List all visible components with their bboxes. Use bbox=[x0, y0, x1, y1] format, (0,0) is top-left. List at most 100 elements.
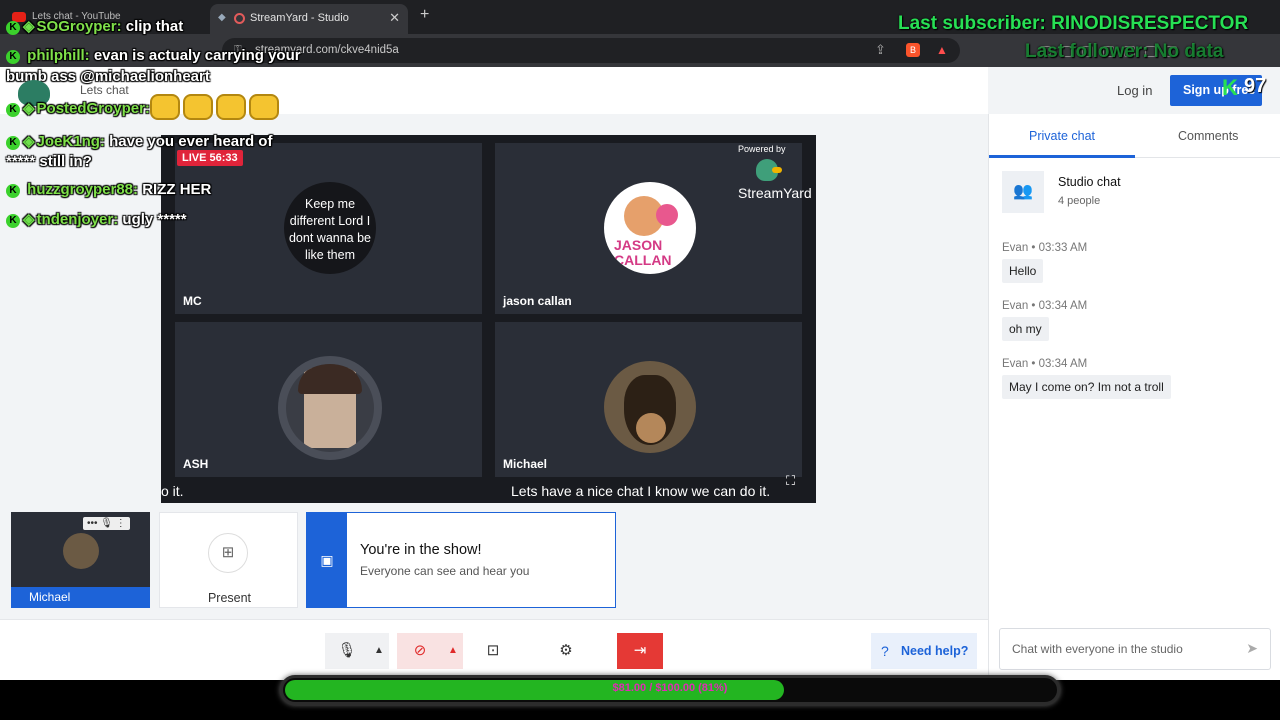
fullscreen-icon[interactable]: ⛶ bbox=[786, 473, 795, 489]
kick-badge-icon: K bbox=[6, 103, 20, 117]
overlay-message: clip that bbox=[125, 18, 184, 35]
brave-rewards-icon[interactable]: ▲ bbox=[936, 43, 948, 57]
streamyard-duck-icon bbox=[756, 159, 782, 181]
overlay-message: RIZZ HER bbox=[142, 181, 212, 198]
chat-message: Evan • 03:33 AM Hello bbox=[1002, 242, 1272, 283]
kick-badge-icon: K bbox=[6, 184, 20, 198]
ticker-left: o it. bbox=[161, 483, 184, 499]
camera-options-chevron-icon[interactable]: ▲ bbox=[443, 633, 463, 669]
overlay-username: PostedGroyper: bbox=[36, 100, 150, 117]
overlay-chat-line: K philphill: evan is actualy carrying yo… bbox=[6, 47, 301, 64]
participant-tile: Michael bbox=[495, 322, 802, 477]
overlay-chat-line: K ◈ JoeK1ng: have you ever heard of bbox=[6, 132, 272, 150]
streamyard-page: Lets chat Log in Sign up free Keep me di… bbox=[0, 67, 1280, 680]
kick-logo-icon: K bbox=[1222, 75, 1238, 100]
tab-private-chat[interactable]: Private chat bbox=[1029, 129, 1095, 143]
streamyard-logo: StreamYard bbox=[738, 159, 812, 203]
brave-shield-icon[interactable]: B bbox=[906, 43, 920, 57]
control-bar: 🎙 ▲ ⊘ ▲ ⊡ ⚙ ⇥ ? Need help? bbox=[0, 619, 988, 680]
mic-button[interactable]: 🎙 bbox=[325, 633, 369, 669]
chat-panel: Private chat Comments 👥 Studio chat 4 pe… bbox=[988, 114, 1280, 680]
overlay-chat-line: K ◈ PostedGroyper: bbox=[6, 99, 150, 117]
studio-chat-title: Studio chat bbox=[1058, 175, 1121, 189]
studio-chat-header: 👥 Studio chat 4 people bbox=[1002, 171, 1272, 215]
need-help-label: Need help? bbox=[901, 644, 969, 658]
diamond-badge-icon: ◈ bbox=[23, 100, 35, 117]
overlay-chat-line: K huzzgroyper88: RIZZ HER bbox=[6, 181, 211, 198]
powered-by-label: Powered by bbox=[738, 144, 786, 154]
overlay-message: have you ever heard of bbox=[109, 133, 273, 150]
login-link[interactable]: Log in bbox=[1117, 83, 1152, 98]
contact-card-icon: ▣ bbox=[307, 513, 347, 607]
live-badge: LIVE 56:33 bbox=[177, 150, 243, 166]
present-button[interactable]: ⊞ Present bbox=[159, 512, 298, 608]
kick-badge-icon: K bbox=[6, 136, 20, 150]
overlay-chat-line: ***** still in? bbox=[6, 153, 92, 170]
active-tab-indicator bbox=[989, 155, 1135, 158]
overlay-message: evan is actualy carrying your bbox=[93, 47, 301, 64]
chat-meta: Evan • 03:33 AM bbox=[1002, 242, 1088, 254]
overlay-chat-line: K ◈ tndenjoyer: ugly ***** bbox=[6, 210, 187, 228]
kick-badge-icon: K bbox=[6, 21, 20, 35]
tab-comments[interactable]: Comments bbox=[1178, 129, 1238, 143]
url-bar[interactable]: ⚿ streamyard.com/ckve4nid5a ⇪ B ▲ bbox=[222, 38, 960, 63]
dog-muzzle bbox=[636, 413, 666, 443]
settings-gear-icon[interactable]: ⚙ bbox=[545, 633, 587, 669]
avatar-text: JASON CALLAN bbox=[614, 237, 672, 268]
share-screen-button[interactable]: ⊡ bbox=[472, 633, 514, 669]
chat-message: Evan • 03:34 AM oh my bbox=[1002, 300, 1272, 341]
in-show-card: ▣ You're in the show! Everyone can see a… bbox=[306, 512, 616, 608]
participant-name: Michael bbox=[503, 457, 548, 471]
participant-tile: ASH bbox=[175, 322, 482, 477]
chat-meta: Evan • 03:34 AM bbox=[1002, 300, 1088, 312]
participant-avatar: JASON CALLAN bbox=[604, 182, 696, 274]
streamyard-favicon-icon: ◆ bbox=[218, 12, 226, 23]
laughing-emote-icon bbox=[150, 94, 180, 120]
ticker-main: Lets have a nice chat I know we can do i… bbox=[511, 483, 771, 499]
chat-bubble: May I come on? Im not a troll bbox=[1002, 375, 1171, 399]
participant-name: MC bbox=[183, 294, 202, 308]
chat-input-placeholder: Chat with everyone in the studio bbox=[1012, 642, 1183, 656]
new-tab-button[interactable]: + bbox=[420, 6, 429, 24]
in-show-title: You're in the show! bbox=[360, 542, 482, 558]
mic-options-chevron-icon[interactable]: ▲ bbox=[369, 633, 389, 669]
tab-streamyard[interactable]: ◆ StreamYard - Studio ✕ bbox=[210, 4, 408, 34]
screen-share-icon: ⊞ bbox=[208, 533, 248, 573]
chat-bubble: oh my bbox=[1002, 317, 1049, 341]
emote-row bbox=[150, 94, 282, 125]
leave-studio-button[interactable]: ⇥ bbox=[617, 633, 663, 669]
diamond-badge-icon: ◈ bbox=[23, 133, 35, 150]
close-tab-icon[interactable]: ✕ bbox=[389, 10, 400, 26]
need-help-button[interactable]: ? Need help? bbox=[871, 633, 977, 669]
diamond-badge-icon: ◈ bbox=[23, 18, 35, 35]
camera-off-button[interactable]: ⊘ bbox=[397, 633, 443, 669]
present-label: Present bbox=[207, 591, 252, 605]
overlay-chat-line: K ◈ SOGroyper: clip that bbox=[6, 17, 183, 35]
laughing-emote-icon bbox=[249, 94, 279, 120]
self-preview-tile[interactable]: ••• 🎙 ⋮ Michael bbox=[11, 512, 150, 608]
participant-avatar: Keep me different Lord I dont wanna be l… bbox=[284, 182, 376, 274]
participant-name: jason callan bbox=[503, 294, 572, 308]
diamond-badge-icon: ◈ bbox=[23, 211, 35, 228]
self-tile-controls[interactable]: ••• 🎙 ⋮ bbox=[83, 517, 130, 530]
overlay-username: philphill: bbox=[27, 47, 90, 64]
donation-progress: $81.00 / $100.00 (81%) bbox=[280, 675, 1060, 705]
share-icon[interactable]: ⇪ bbox=[875, 42, 886, 58]
tab-streamyard-label: StreamYard - Studio bbox=[250, 12, 349, 24]
people-icon: 👥 bbox=[1002, 171, 1044, 213]
self-name: Michael bbox=[29, 590, 71, 604]
chat-input[interactable]: Chat with everyone in the studio ➤ bbox=[999, 628, 1271, 670]
overlay-username: JoeK1ng: bbox=[36, 133, 105, 150]
participant-avatar bbox=[278, 356, 382, 460]
participant-avatar bbox=[604, 361, 696, 453]
kick-badge-icon: K bbox=[6, 50, 20, 64]
broadcast-stage: Keep me different Lord I dont wanna be l… bbox=[161, 135, 816, 503]
send-icon[interactable]: ➤ bbox=[1246, 640, 1258, 657]
viewer-counter: K 97 bbox=[1220, 75, 1272, 100]
overlay-message: ***** still in? bbox=[6, 153, 92, 170]
overlay-username: tndenjoyer: bbox=[36, 211, 119, 228]
viewer-count: 97 bbox=[1244, 75, 1267, 97]
help-icon: ? bbox=[881, 643, 889, 659]
recording-icon bbox=[234, 13, 245, 24]
chat-message: Evan • 03:34 AM May I come on? Im not a … bbox=[1002, 358, 1272, 399]
